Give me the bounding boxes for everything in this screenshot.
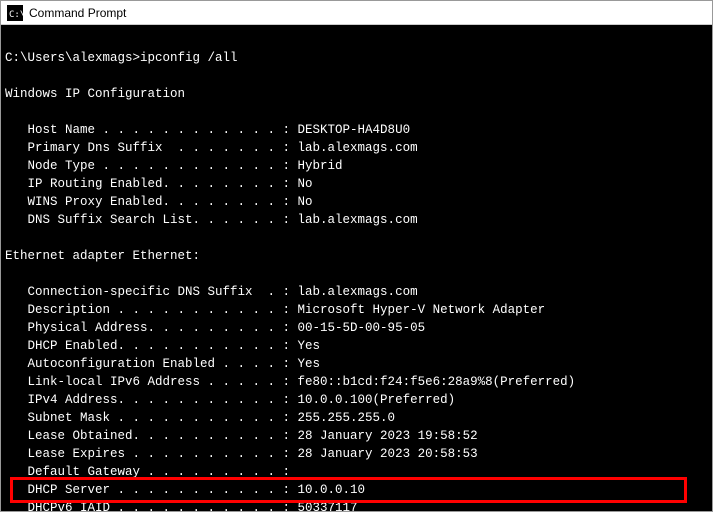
link-local-line: Link-local IPv6 Address . . . . . : fe80… (5, 375, 575, 389)
conn-suffix-line: Connection-specific DNS Suffix . : lab.a… (5, 285, 418, 299)
adapter-header: Ethernet adapter Ethernet: (5, 249, 200, 263)
autoconfig-line: Autoconfiguration Enabled . . . . : Yes (5, 357, 320, 371)
host-name-line: Host Name . . . . . . . . . . . . : DESK… (5, 123, 410, 137)
ip-routing-line: IP Routing Enabled. . . . . . . . : No (5, 177, 313, 191)
dns-suffix-list-line: DNS Suffix Search List. . . . . . : lab.… (5, 213, 418, 227)
default-gw-line: Default Gateway . . . . . . . . . : (5, 465, 290, 479)
ipv4-line: IPv4 Address. . . . . . . . . . . : 10.0… (5, 393, 455, 407)
command-prompt-window: C:\ Command Prompt C:\Users\alexmags>ipc… (0, 0, 713, 512)
prompt-path: C:\Users\alexmags> (5, 51, 140, 65)
primary-dns-suffix-line: Primary Dns Suffix . . . . . . . : lab.a… (5, 141, 418, 155)
lease-expires-line: Lease Expires . . . . . . . . . . : 28 J… (5, 447, 478, 461)
lease-obtained-line: Lease Obtained. . . . . . . . . . : 28 J… (5, 429, 478, 443)
dhcp-server-line: DHCP Server . . . . . . . . . . . : 10.0… (5, 483, 365, 497)
node-type-line: Node Type . . . . . . . . . . . . : Hybr… (5, 159, 343, 173)
dhcp-enabled-line: DHCP Enabled. . . . . . . . . . . : Yes (5, 339, 320, 353)
subnet-line: Subnet Mask . . . . . . . . . . . : 255.… (5, 411, 395, 425)
titlebar[interactable]: C:\ Command Prompt (1, 1, 712, 25)
dhcpv6-iaid-line: DHCPv6 IAID . . . . . . . . . . . : 5033… (5, 501, 358, 511)
prompt-command: ipconfig /all (140, 51, 238, 65)
description-line: Description . . . . . . . . . . . : Micr… (5, 303, 545, 317)
wins-proxy-line: WINS Proxy Enabled. . . . . . . . : No (5, 195, 313, 209)
ipconfig-header: Windows IP Configuration (5, 87, 185, 101)
terminal-output[interactable]: C:\Users\alexmags>ipconfig /all Windows … (1, 25, 712, 511)
physical-addr-line: Physical Address. . . . . . . . . : 00-1… (5, 321, 425, 335)
cmd-icon: C:\ (7, 5, 23, 21)
svg-text:C:\: C:\ (9, 10, 23, 20)
window-title: Command Prompt (29, 6, 126, 20)
